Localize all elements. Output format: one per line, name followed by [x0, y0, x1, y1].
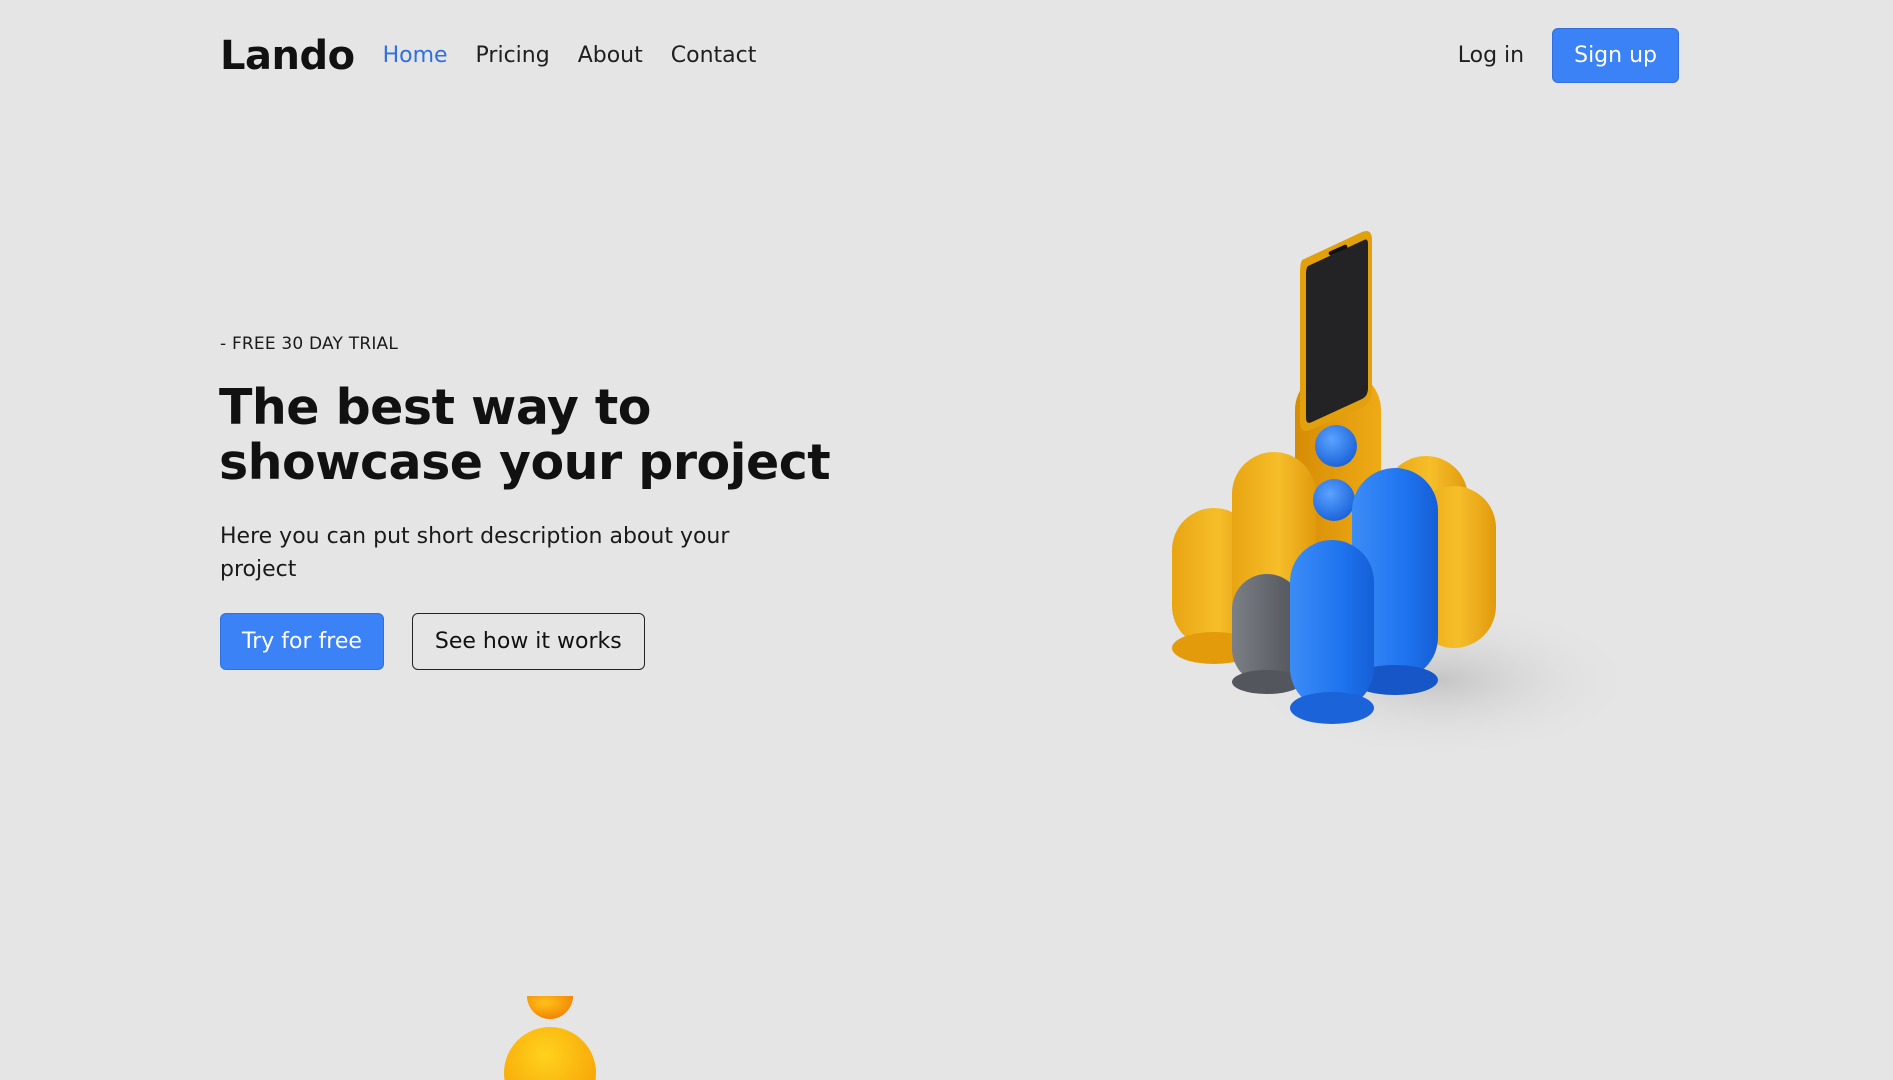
nav-link-about[interactable]: About — [578, 43, 643, 68]
try-for-free-button[interactable]: Try for free — [220, 613, 384, 670]
trial-eyebrow: - FREE 30 DAY TRIAL — [220, 334, 399, 354]
nav-links: Home Pricing About Contact — [383, 43, 757, 68]
nav-link-contact[interactable]: Contact — [671, 43, 757, 68]
see-how-it-works-button[interactable]: See how it works — [411, 613, 645, 670]
orange-spheres-illustration — [504, 996, 596, 1080]
phone-with-cylinders-illustration — [1172, 231, 1640, 760]
nav-actions: Log in Sign up — [1458, 28, 1679, 83]
brand-logo[interactable]: Lando — [220, 33, 355, 79]
hero-description: Here you can put short description about… — [220, 524, 730, 582]
hero-headline-line-2: showcase your project — [219, 434, 831, 491]
top-navbar: Lando Home Pricing About Contact Log in … — [220, 28, 1679, 83]
signup-button[interactable]: Sign up — [1552, 28, 1679, 83]
nav-link-home[interactable]: Home — [383, 43, 448, 68]
hero-cta-row: Try for free See how it works — [220, 613, 645, 670]
phone-graphic — [1300, 231, 1372, 431]
login-link[interactable]: Log in — [1458, 43, 1524, 68]
hero-headline: The best way to showcase your project — [219, 380, 839, 490]
hero-headline-line-1: The best way to — [219, 379, 651, 436]
nav-link-pricing[interactable]: Pricing — [476, 43, 550, 68]
